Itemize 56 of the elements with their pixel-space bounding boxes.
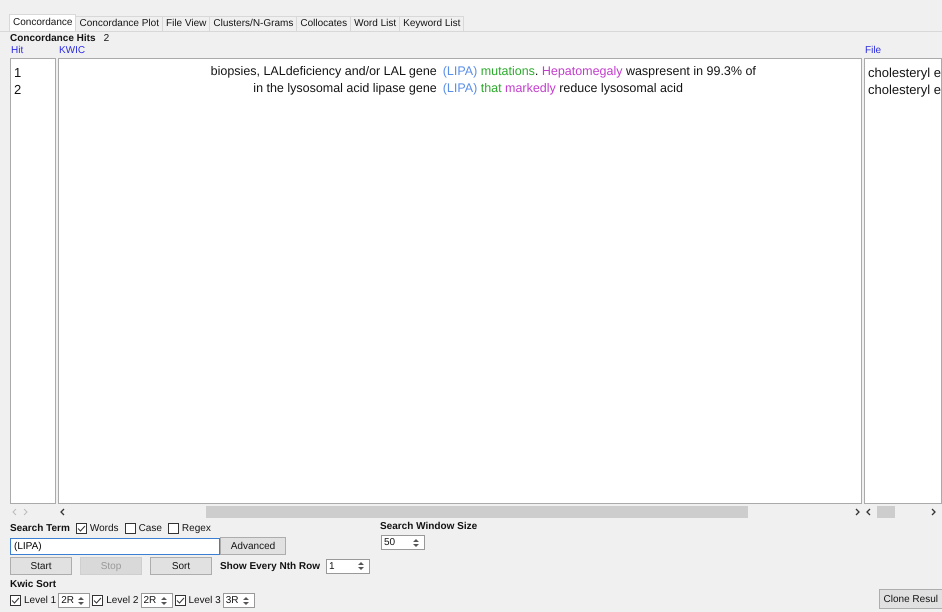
checkbox[interactable] bbox=[174, 595, 186, 606]
right-context-word: Hepatomegaly bbox=[540, 64, 622, 78]
table-cell-text: cholesteryl e bbox=[867, 81, 941, 98]
spin-arrows-icon[interactable] bbox=[240, 594, 251, 606]
spin-arrows-icon[interactable] bbox=[411, 536, 421, 548]
checkbox[interactable] bbox=[168, 522, 179, 534]
right-context-word: reduce lysosomal acid bbox=[558, 81, 683, 95]
table-cell-text: 2 bbox=[13, 81, 22, 98]
right-context-word: . bbox=[534, 64, 538, 78]
action-button[interactable]: Sort bbox=[150, 557, 212, 575]
checkbox-label: Level 2 bbox=[106, 595, 138, 606]
sort-level-spinbox[interactable]: 2R bbox=[58, 593, 90, 608]
horizontal-scrollbar[interactable] bbox=[58, 506, 862, 518]
advanced-button[interactable]: Advanced bbox=[220, 537, 286, 555]
hits-label: Concordance Hits bbox=[10, 33, 96, 44]
scrollbar-thumb[interactable] bbox=[206, 506, 748, 518]
checkbox-label: Words bbox=[90, 522, 119, 534]
checkbox[interactable] bbox=[10, 595, 21, 606]
left-context: biopsies, LALdeficiency and/or LAL gene bbox=[210, 64, 437, 78]
right-context-word: markedly bbox=[504, 81, 556, 95]
tab[interactable]: Keyword List bbox=[399, 16, 464, 31]
checkbox-label: Level 1 bbox=[24, 595, 56, 606]
left-context: in the lysosomal acid lipase gene bbox=[253, 81, 437, 95]
search-term-label: Search Term bbox=[10, 522, 70, 534]
keyword: (LIPA) bbox=[442, 64, 478, 78]
nth-row-label: Show Every Nth Row bbox=[220, 560, 320, 572]
table-cell-text: cholesteryl e bbox=[867, 64, 941, 81]
scrollbar-thumb[interactable] bbox=[877, 506, 895, 518]
checkbox-label: Case bbox=[138, 522, 162, 534]
checkbox-label: Level 3 bbox=[188, 595, 221, 606]
column-header[interactable]: File bbox=[864, 45, 882, 58]
keyword: (LIPA) bbox=[442, 81, 478, 95]
hits-count: 2 bbox=[104, 33, 110, 44]
checkbox[interactable] bbox=[76, 522, 87, 534]
checkbox[interactable] bbox=[124, 522, 136, 534]
sort-level-spinbox[interactable]: 3R bbox=[222, 593, 255, 608]
action-button[interactable]: Start bbox=[10, 557, 72, 575]
table-cell-text: 1 bbox=[13, 64, 22, 81]
right-context-word: mutations bbox=[480, 64, 535, 78]
column-header[interactable]: KWIC bbox=[58, 45, 86, 58]
search-field[interactable]: (LIPA) bbox=[10, 538, 220, 554]
window-size-spinbox[interactable]: 50 bbox=[381, 535, 425, 550]
nth-row-spinbox[interactable]: 1 bbox=[326, 558, 370, 574]
kwic-sort-label: Kwic Sort bbox=[10, 578, 56, 590]
spin-arrows-icon[interactable] bbox=[76, 594, 86, 606]
right-context-word: that bbox=[480, 81, 502, 95]
checkbox-label: Regex bbox=[182, 522, 211, 534]
tab[interactable]: Concordance bbox=[9, 14, 76, 31]
spin-arrows-icon[interactable] bbox=[158, 594, 168, 606]
sort-level-spinbox[interactable]: 2R bbox=[140, 593, 172, 608]
window-size-label: Search Window Size bbox=[380, 521, 478, 532]
checkbox[interactable] bbox=[92, 595, 104, 606]
clone-results-button[interactable]: Clone Resul bbox=[878, 589, 942, 609]
column-header[interactable]: Hit bbox=[10, 45, 24, 58]
right-context-word: waspresent in 99.3% of bbox=[624, 64, 756, 78]
spin-arrows-icon[interactable] bbox=[356, 560, 366, 572]
